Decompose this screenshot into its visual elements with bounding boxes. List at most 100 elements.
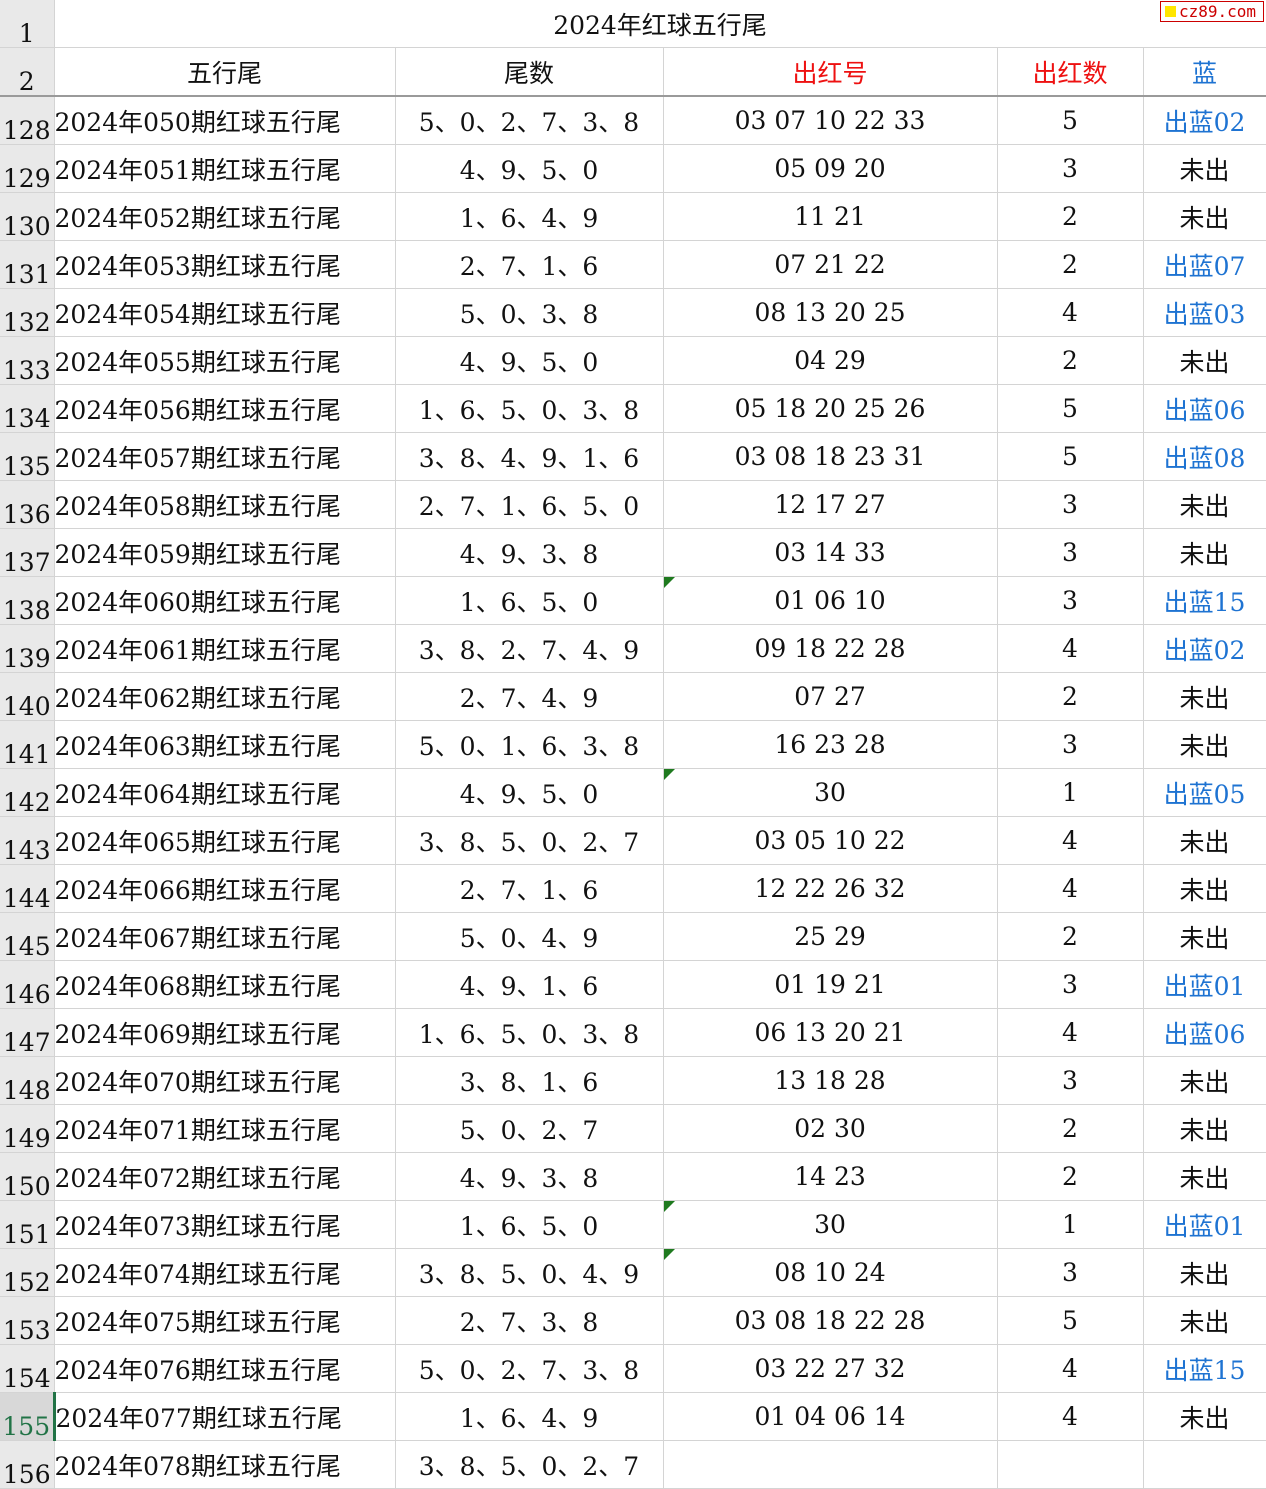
cell-tail[interactable]: 4、9、5、0 bbox=[395, 768, 664, 817]
row-header[interactable]: 154 bbox=[0, 1344, 55, 1393]
cell-red-numbers[interactable]: 30 bbox=[663, 768, 998, 817]
row-header[interactable]: 151 bbox=[0, 1200, 55, 1249]
cell-name[interactable]: 2024年055期红球五行尾 bbox=[54, 336, 396, 385]
row-header[interactable]: 2 bbox=[0, 47, 55, 97]
cell-red-count[interactable]: 1 bbox=[997, 768, 1144, 817]
cell-red-count[interactable]: 4 bbox=[997, 1392, 1144, 1441]
cell-blue[interactable]: 出蓝05 bbox=[1143, 768, 1266, 817]
cell-tail[interactable]: 3、8、5、0、2、7 bbox=[395, 1440, 664, 1489]
cell-red-numbers[interactable] bbox=[663, 1440, 998, 1489]
cell-red-numbers[interactable]: 12 22 26 32 bbox=[663, 864, 998, 913]
cell-red-numbers[interactable]: 01 06 10 bbox=[663, 576, 998, 625]
cell-name[interactable]: 2024年050期红球五行尾 bbox=[54, 96, 396, 145]
row-header[interactable]: 153 bbox=[0, 1296, 55, 1345]
cell-red-numbers[interactable]: 08 10 24 bbox=[663, 1248, 998, 1297]
sheet-title[interactable]: 2024年红球五行尾 bbox=[54, 0, 1266, 48]
cell-red-numbers[interactable]: 07 21 22 bbox=[663, 240, 998, 289]
cell-red-count[interactable]: 3 bbox=[997, 960, 1144, 1009]
cell-tail[interactable]: 3、8、4、9、1、6 bbox=[395, 432, 664, 481]
cell-blue[interactable]: 出蓝15 bbox=[1143, 576, 1266, 625]
row-header[interactable]: 144 bbox=[0, 864, 55, 913]
cell-tail[interactable]: 1、6、5、0、3、8 bbox=[395, 1008, 664, 1057]
row-header[interactable]: 141 bbox=[0, 720, 55, 769]
cell-red-numbers[interactable]: 07 27 bbox=[663, 672, 998, 721]
cell-blue[interactable]: 出蓝15 bbox=[1143, 1344, 1266, 1393]
cell-red-count[interactable]: 2 bbox=[997, 1104, 1144, 1153]
row-header[interactable]: 133 bbox=[0, 336, 55, 385]
cell-tail[interactable]: 1、6、4、9 bbox=[395, 1392, 664, 1441]
cell-name[interactable]: 2024年053期红球五行尾 bbox=[54, 240, 396, 289]
cell-name[interactable]: 2024年057期红球五行尾 bbox=[54, 432, 396, 481]
row-header[interactable]: 134 bbox=[0, 384, 55, 433]
cell-name[interactable]: 2024年071期红球五行尾 bbox=[54, 1104, 396, 1153]
row-header[interactable]: 132 bbox=[0, 288, 55, 337]
cell-tail[interactable]: 2、7、1、6 bbox=[395, 240, 664, 289]
row-header[interactable]: 143 bbox=[0, 816, 55, 865]
cell-blue[interactable]: 出蓝01 bbox=[1143, 1200, 1266, 1249]
cell-red-count[interactable]: 3 bbox=[997, 1056, 1144, 1105]
cell-blue[interactable]: 未出 bbox=[1143, 1104, 1266, 1153]
cell-tail[interactable]: 5、0、4、9 bbox=[395, 912, 664, 961]
cell-red-numbers[interactable]: 25 29 bbox=[663, 912, 998, 961]
cell-red-count[interactable]: 3 bbox=[997, 480, 1144, 529]
cell-name[interactable]: 2024年066期红球五行尾 bbox=[54, 864, 396, 913]
cell-blue[interactable]: 未出 bbox=[1143, 336, 1266, 385]
cell-red-numbers[interactable]: 08 13 20 25 bbox=[663, 288, 998, 337]
cell-tail[interactable]: 2、7、3、8 bbox=[395, 1296, 664, 1345]
cell-red-numbers[interactable]: 03 08 18 23 31 bbox=[663, 432, 998, 481]
cell-red-count[interactable]: 3 bbox=[997, 528, 1144, 577]
row-header[interactable]: 1 bbox=[0, 0, 55, 48]
cell-name[interactable]: 2024年070期红球五行尾 bbox=[54, 1056, 396, 1105]
cell-red-count[interactable]: 2 bbox=[997, 192, 1144, 241]
cell-blue[interactable]: 未出 bbox=[1143, 672, 1266, 721]
cell-red-numbers[interactable]: 11 21 bbox=[663, 192, 998, 241]
row-header[interactable]: 156 bbox=[0, 1440, 55, 1489]
cell-red-count[interactable]: 2 bbox=[997, 336, 1144, 385]
cell-name[interactable]: 2024年077期红球五行尾 bbox=[54, 1392, 396, 1441]
cell-blue[interactable]: 未出 bbox=[1143, 816, 1266, 865]
cell-blue[interactable]: 未出 bbox=[1143, 912, 1266, 961]
cell-red-count[interactable]: 4 bbox=[997, 1344, 1144, 1393]
cell-tail[interactable]: 2、7、4、9 bbox=[395, 672, 664, 721]
row-header[interactable]: 150 bbox=[0, 1152, 55, 1201]
cell-red-numbers[interactable]: 03 05 10 22 bbox=[663, 816, 998, 865]
cell-blue[interactable]: 未出 bbox=[1143, 1392, 1266, 1441]
cell-blue[interactable]: 出蓝06 bbox=[1143, 1008, 1266, 1057]
cell-red-count[interactable] bbox=[997, 1440, 1144, 1489]
cell-blue[interactable]: 出蓝03 bbox=[1143, 288, 1266, 337]
cell-red-numbers[interactable]: 06 13 20 21 bbox=[663, 1008, 998, 1057]
cell-tail[interactable]: 4、9、5、0 bbox=[395, 144, 664, 193]
row-header[interactable]: 135 bbox=[0, 432, 55, 481]
cell-blue[interactable]: 未出 bbox=[1143, 144, 1266, 193]
cell-red-count[interactable]: 5 bbox=[997, 96, 1144, 145]
cell-blue[interactable]: 未出 bbox=[1143, 1248, 1266, 1297]
row-header[interactable]: 130 bbox=[0, 192, 55, 241]
cell-blue[interactable]: 出蓝08 bbox=[1143, 432, 1266, 481]
cell-name[interactable]: 2024年068期红球五行尾 bbox=[54, 960, 396, 1009]
cell-name[interactable]: 2024年056期红球五行尾 bbox=[54, 384, 396, 433]
row-header[interactable]: 140 bbox=[0, 672, 55, 721]
cell-red-count[interactable]: 1 bbox=[997, 1200, 1144, 1249]
cell-tail[interactable]: 5、0、2、7 bbox=[395, 1104, 664, 1153]
cell-tail[interactable]: 4、9、5、0 bbox=[395, 336, 664, 385]
cell-name[interactable]: 2024年063期红球五行尾 bbox=[54, 720, 396, 769]
cell-tail[interactable]: 3、8、5、0、2、7 bbox=[395, 816, 664, 865]
cell-tail[interactable]: 4、9、3、8 bbox=[395, 528, 664, 577]
row-header[interactable]: 131 bbox=[0, 240, 55, 289]
cell-tail[interactable]: 2、7、1、6、5、0 bbox=[395, 480, 664, 529]
cell-blue[interactable]: 未出 bbox=[1143, 1056, 1266, 1105]
cell-name[interactable]: 2024年069期红球五行尾 bbox=[54, 1008, 396, 1057]
cell-red-numbers[interactable]: 13 18 28 bbox=[663, 1056, 998, 1105]
cell-red-numbers[interactable]: 01 19 21 bbox=[663, 960, 998, 1009]
cell-red-numbers[interactable]: 03 08 18 22 28 bbox=[663, 1296, 998, 1345]
cell-name[interactable]: 2024年075期红球五行尾 bbox=[54, 1296, 396, 1345]
cell-tail[interactable]: 1、6、5、0 bbox=[395, 1200, 664, 1249]
row-header[interactable]: 149 bbox=[0, 1104, 55, 1153]
cell-name[interactable]: 2024年062期红球五行尾 bbox=[54, 672, 396, 721]
cell-blue[interactable]: 未出 bbox=[1143, 1296, 1266, 1345]
cell-red-count[interactable]: 2 bbox=[997, 672, 1144, 721]
cell-name[interactable]: 2024年065期红球五行尾 bbox=[54, 816, 396, 865]
cell-red-count[interactable]: 5 bbox=[997, 1296, 1144, 1345]
cell-blue[interactable]: 未出 bbox=[1143, 720, 1266, 769]
row-header[interactable]: 148 bbox=[0, 1056, 55, 1105]
